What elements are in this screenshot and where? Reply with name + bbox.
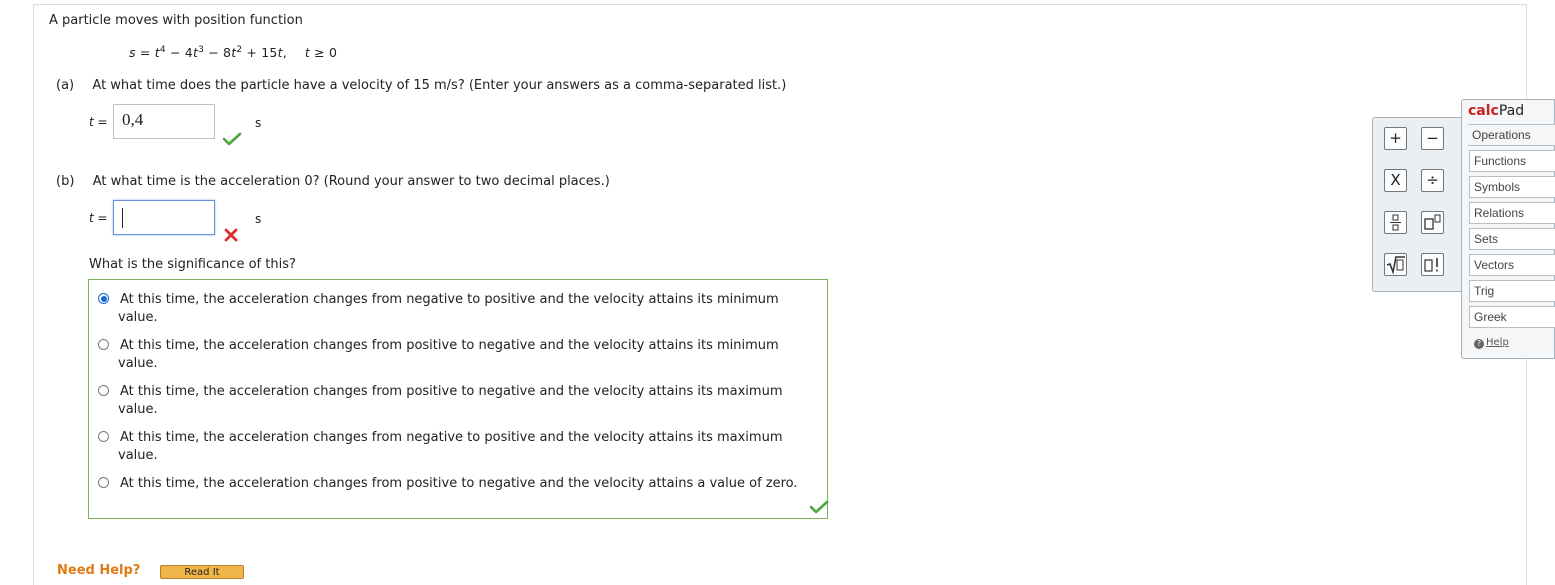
part-a-answer-input[interactable]: 0,4 <box>113 104 215 139</box>
significance-question: What is the significance of this? <box>89 257 296 272</box>
problem-intro: A particle moves with position function <box>49 13 303 28</box>
part-a-var-label: t = <box>89 115 108 129</box>
choice-line2: value. <box>118 356 158 371</box>
eq-term2: − 4 <box>165 45 193 60</box>
part-a-unit: s <box>255 116 262 130</box>
choice-option[interactable]: At this time, the acceleration changes f… <box>98 429 808 465</box>
menu-item-relations[interactable]: Relations <box>1469 202 1555 224</box>
correct-check-icon <box>809 500 829 514</box>
part-b-text: At what time is the acceleration 0? (Rou… <box>92 174 610 189</box>
part-b-label: (b) <box>56 174 75 189</box>
eq-term3: − 8 <box>204 45 232 60</box>
menu-item-trig[interactable]: Trig <box>1469 280 1555 302</box>
calcpad-panel: calcPad Operations Functions Symbols Rel… <box>1461 99 1555 359</box>
part-a-text: At what time does the particle have a ve… <box>92 78 787 93</box>
help-icon: ? <box>1474 339 1484 349</box>
divide-button[interactable]: ÷ <box>1421 169 1444 192</box>
calcpad-title-calc: calc <box>1468 103 1499 119</box>
radio-button[interactable] <box>98 293 109 304</box>
choices-box: At this time, the acceleration changes f… <box>88 279 829 519</box>
fraction-button[interactable] <box>1384 211 1407 234</box>
choice-line1: At this time, the acceleration changes f… <box>120 476 798 491</box>
calc-button-panel: + − X ÷ <box>1372 117 1464 292</box>
choice-line2: value. <box>118 448 158 463</box>
part-a-answer-value: 0,4 <box>122 110 144 129</box>
calcpad-title: calcPad <box>1468 103 1524 119</box>
choice-option[interactable]: At this time, the acceleration changes f… <box>98 337 808 373</box>
choice-option[interactable]: At this time, the acceleration changes f… <box>98 291 808 327</box>
eq-condition: ≥ 0 <box>309 45 338 60</box>
choice-option[interactable]: At this time, the acceleration changes f… <box>98 383 808 419</box>
part-b-question: (b) At what time is the acceleration 0? … <box>56 174 610 189</box>
menu-item-operations[interactable]: Operations <box>1468 124 1555 146</box>
radio-button[interactable] <box>98 385 109 396</box>
radio-button[interactable] <box>98 477 109 488</box>
part-a-label: (a) <box>56 78 75 93</box>
factorial-icon <box>1424 258 1438 272</box>
text-cursor <box>122 208 123 228</box>
menu-item-symbols[interactable]: Symbols <box>1469 176 1555 198</box>
times-button[interactable]: X <box>1384 169 1407 192</box>
correct-check-icon <box>222 132 242 146</box>
part-b-unit: s <box>255 212 262 226</box>
menu-item-greek[interactable]: Greek <box>1469 306 1555 328</box>
choice-line1: At this time, the acceleration changes f… <box>120 292 779 307</box>
choice-option[interactable]: At this time, the acceleration changes f… <box>98 475 808 493</box>
read-it-button[interactable]: Read It <box>160 565 244 579</box>
choice-line1: At this time, the acceleration changes f… <box>120 338 779 353</box>
incorrect-x-icon <box>224 228 238 242</box>
sqrt-button[interactable] <box>1384 253 1407 276</box>
calcpad-title-pad: Pad <box>1498 103 1525 119</box>
part-b-answer-input[interactable] <box>113 200 215 235</box>
eq-comma: , <box>282 45 287 60</box>
superscript-icon <box>1424 214 1441 230</box>
sqrt-icon <box>1386 256 1405 275</box>
radio-button[interactable] <box>98 431 109 442</box>
superscript-button[interactable] <box>1421 211 1444 234</box>
help-link[interactable]: ? Help <box>1474 337 1509 349</box>
factorial-button[interactable] <box>1421 253 1444 276</box>
eq-term4: + 15 <box>242 45 278 60</box>
help-label: Help <box>1486 337 1509 348</box>
eq-s: s = <box>129 45 155 60</box>
choice-line1: At this time, the acceleration changes f… <box>120 384 783 399</box>
minus-button[interactable]: − <box>1421 127 1444 150</box>
menu-item-vectors[interactable]: Vectors <box>1469 254 1555 276</box>
menu-item-sets[interactable]: Sets <box>1469 228 1555 250</box>
plus-button[interactable]: + <box>1384 127 1407 150</box>
need-help-label: Need Help? <box>57 563 141 578</box>
fraction-icon <box>1390 214 1401 231</box>
choice-line2: value. <box>118 402 158 417</box>
part-b-var-label: t = <box>89 211 108 225</box>
position-equation: s = t4 − 4t3 − 8t2 + 15t, t ≥ 0 <box>129 45 337 60</box>
choice-line1: At this time, the acceleration changes f… <box>120 430 783 445</box>
menu-item-functions[interactable]: Functions <box>1469 150 1555 172</box>
radio-button[interactable] <box>98 339 109 350</box>
choice-line2: value. <box>118 310 158 325</box>
part-a-question: (a) At what time does the particle have … <box>56 78 786 93</box>
